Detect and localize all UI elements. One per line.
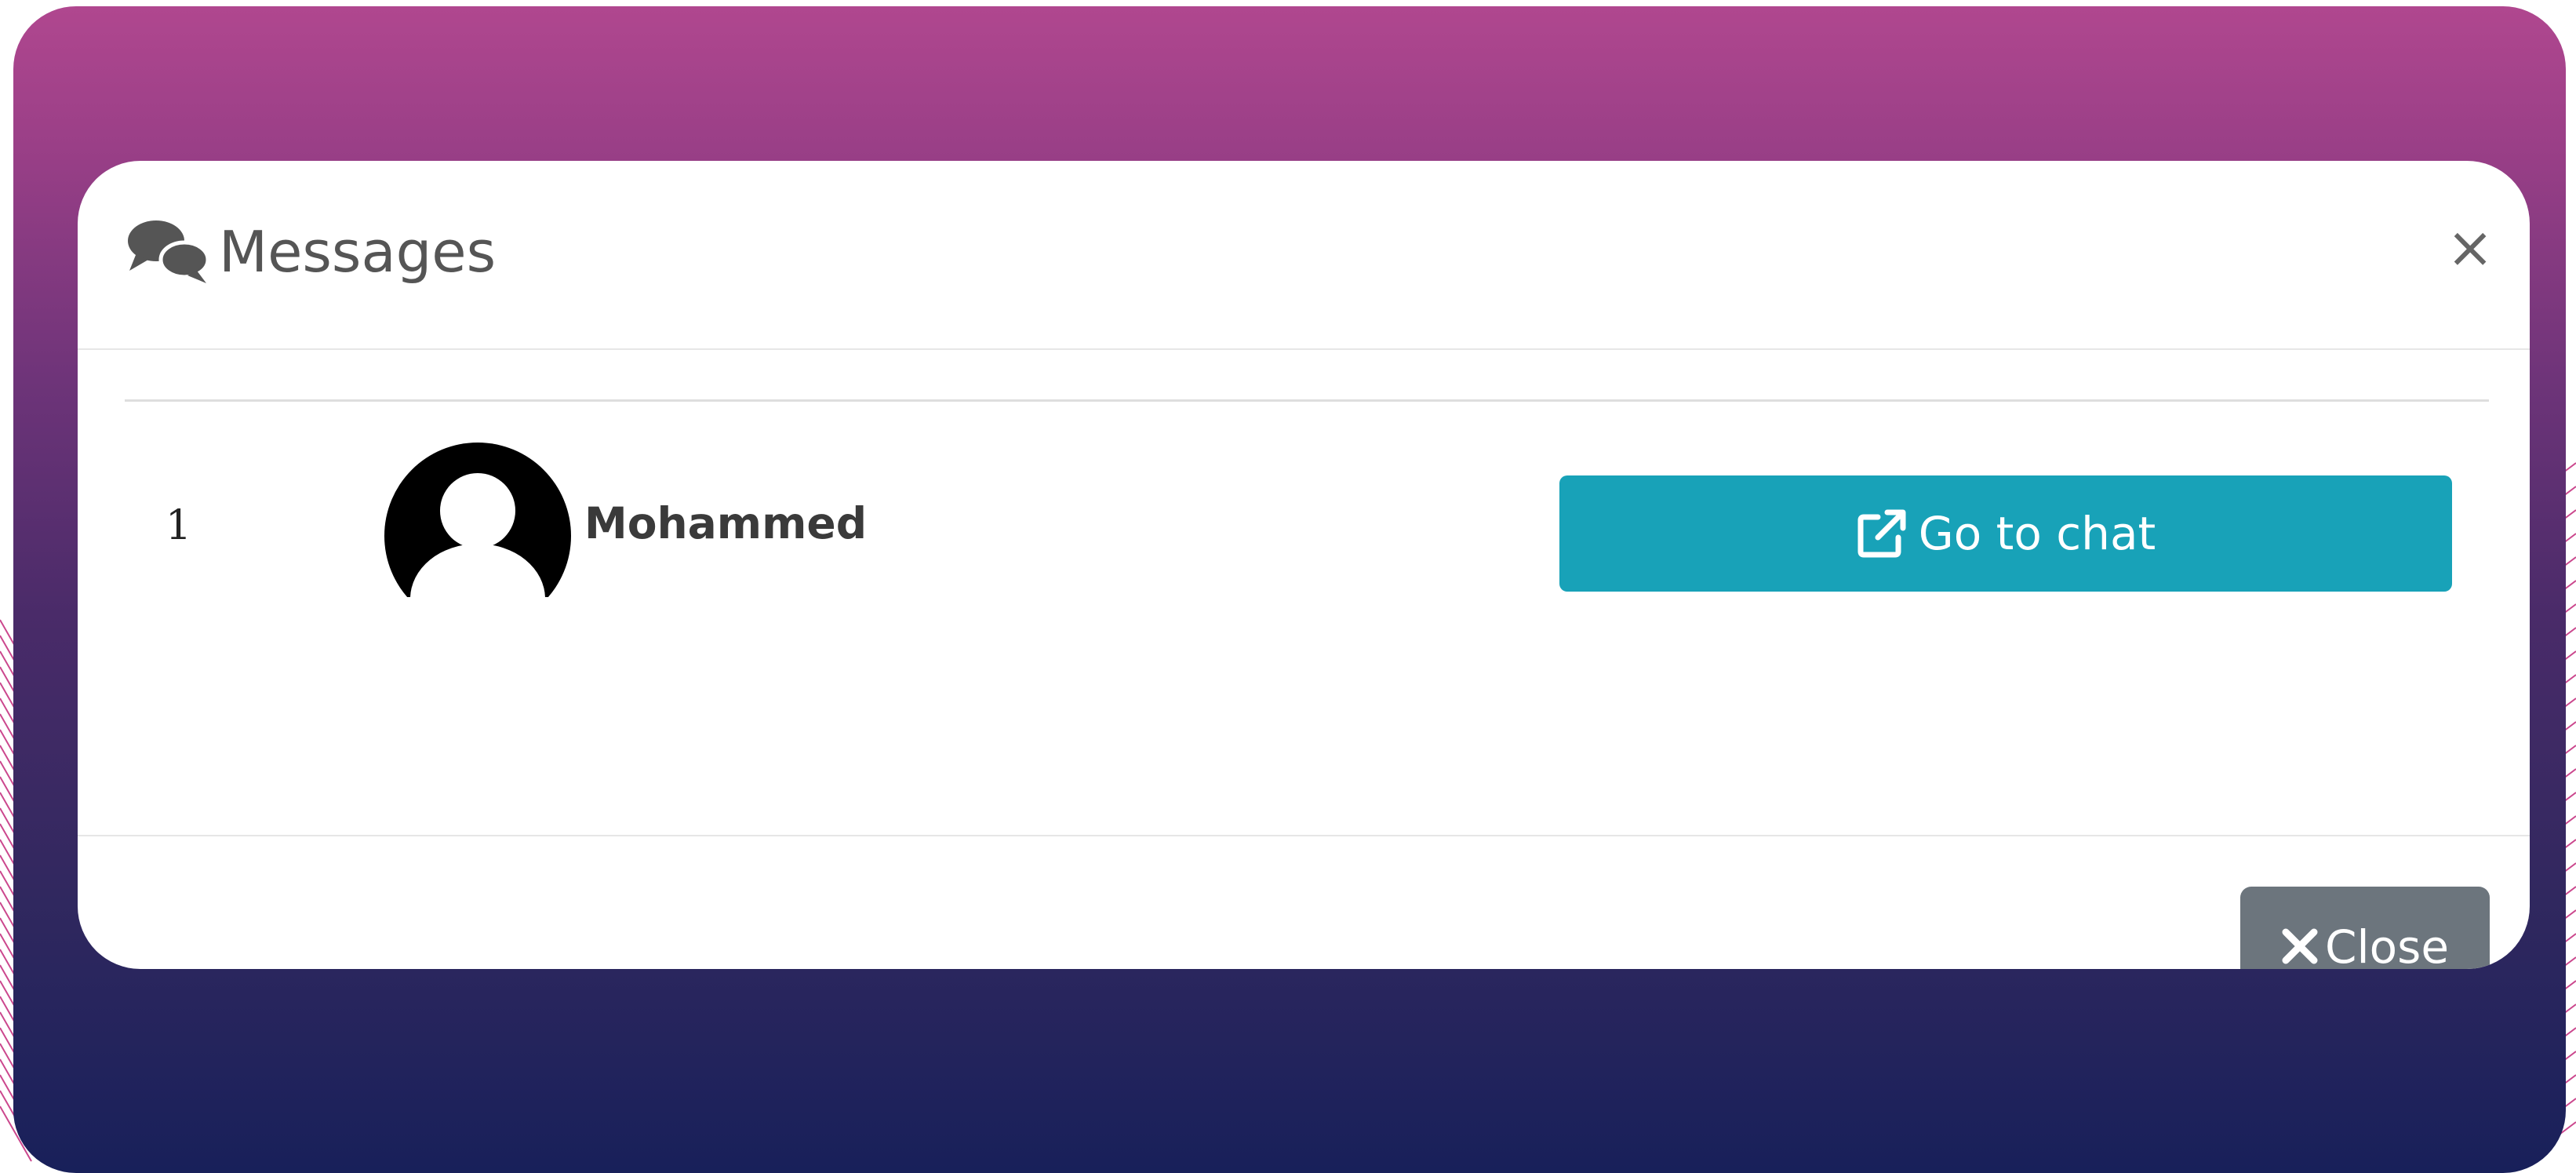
comments-icon [128, 220, 210, 283]
messages-modal: Messages × 1 Mohammed Go to chat Close [78, 161, 2530, 969]
modal-header: Messages × [78, 161, 2530, 350]
modal-title: Messages [219, 219, 497, 285]
user-name: Mohammed [584, 498, 868, 548]
times-icon [2282, 928, 2318, 964]
go-to-chat-button[interactable]: Go to chat [1559, 475, 2452, 592]
external-link-icon [1857, 509, 1906, 558]
messages-table: 1 Mohammed Go to chat [125, 399, 2489, 606]
avatar [384, 443, 571, 597]
table-row: 1 Mohammed Go to chat [125, 402, 2489, 606]
app-background: Messages × 1 Mohammed Go to chat Close [13, 6, 2566, 1173]
close-button-label: Close [2325, 920, 2449, 969]
close-icon[interactable]: × [2439, 216, 2501, 279]
go-to-chat-label: Go to chat [1918, 507, 2156, 560]
row-index: 1 [166, 502, 192, 549]
close-button[interactable]: Close [2240, 887, 2490, 969]
modal-footer: Close [78, 835, 2530, 969]
